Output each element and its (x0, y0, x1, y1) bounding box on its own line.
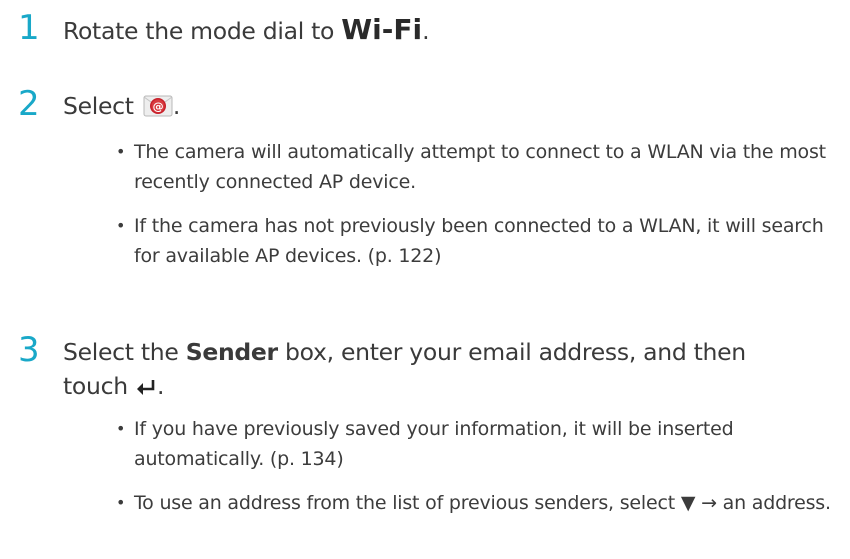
step-text: Select @ . (63, 89, 180, 123)
step-text: Rotate the mode dial to Wi-Fi. (63, 13, 430, 48)
bullet-item: If you have previously saved your inform… (116, 414, 846, 474)
step-text-part: . (422, 17, 430, 45)
step-text-part: box, enter your email address, and then (277, 338, 746, 366)
svg-text:@: @ (153, 100, 164, 113)
email-icon: @ (143, 93, 173, 119)
step-text: Select the Sender box, enter your email … (63, 335, 746, 403)
step-text-part: touch (63, 372, 135, 400)
sender-box-label: Sender (185, 338, 278, 366)
step-text-part: . (156, 372, 165, 400)
step-number: 3 (18, 330, 40, 370)
enter-icon (135, 371, 157, 395)
wifi-mode-label: Wi-Fi (341, 13, 423, 46)
step-3-bullets: If you have previously saved your inform… (116, 414, 846, 532)
step-2-bullets: The camera will automatically attempt to… (116, 137, 846, 285)
step-text-part: Select (63, 92, 141, 120)
bullet-item: If the camera has not previously been co… (116, 211, 846, 271)
step-number: 2 (18, 84, 40, 124)
bullet-item: The camera will automatically attempt to… (116, 137, 846, 197)
step-text-part: . (172, 92, 181, 120)
step-number: 1 (18, 8, 40, 48)
bullet-item: To use an address from the list of previ… (116, 488, 846, 518)
step-text-part: Select the (63, 338, 186, 366)
step-text-part: Rotate the mode dial to (63, 17, 342, 45)
